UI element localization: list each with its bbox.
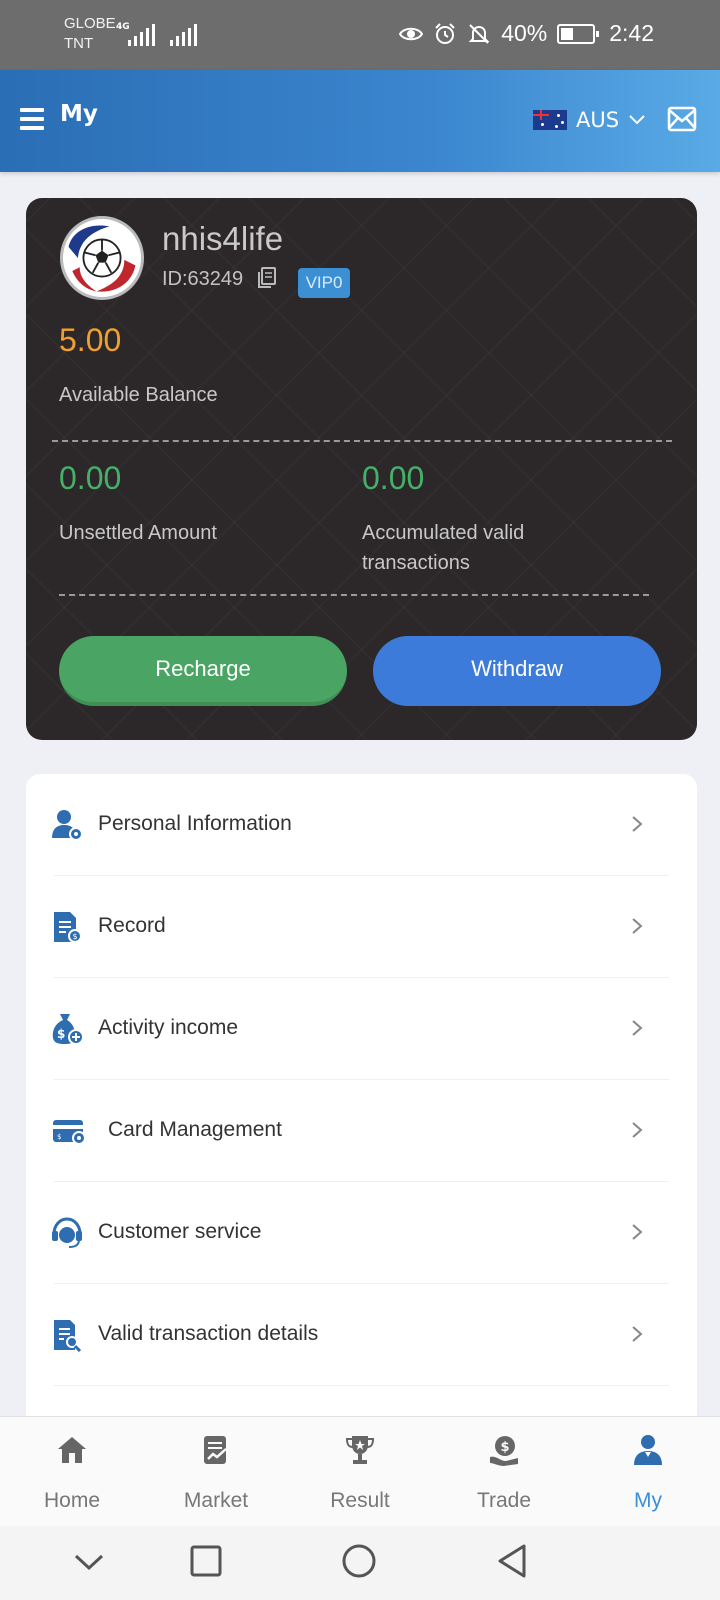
chevron-right-icon	[632, 1224, 643, 1240]
nav-label: Home	[43, 1489, 101, 1512]
carrier-info: GLOBE TNT	[64, 14, 116, 54]
nav-market[interactable]: Market	[144, 1417, 288, 1527]
svg-text:$: $	[501, 1440, 510, 1455]
nav-home[interactable]: Home	[0, 1417, 144, 1527]
back-triangle-icon[interactable]	[494, 1542, 530, 1580]
bottom-nav: Home Market Result $ Trade My	[0, 1416, 720, 1526]
vip-badge: VIP0	[298, 268, 350, 298]
recents-square-icon[interactable]	[189, 1544, 223, 1578]
menu-item-label: Card Management	[108, 1118, 282, 1141]
alarm-icon	[435, 22, 455, 44]
menu-item-label: Activity income	[98, 1016, 239, 1039]
user-id: ID:63249	[162, 268, 244, 290]
home-icon	[58, 1437, 86, 1463]
avatar[interactable]	[60, 216, 144, 300]
status-right: 40% 2:42	[399, 20, 654, 47]
username: nhis4life	[162, 220, 284, 257]
signal-icon	[128, 24, 155, 46]
menu-item-label: Valid transaction details	[98, 1322, 319, 1345]
carrier-2: TNT	[64, 35, 94, 52]
nav-label: Trade	[476, 1489, 532, 1512]
chevron-right-icon	[632, 918, 643, 934]
user-settings-icon	[52, 810, 83, 841]
document-search-icon	[54, 1320, 82, 1352]
chevron-right-icon	[632, 1122, 643, 1138]
battery-percent: 40%	[501, 20, 548, 46]
nav-my[interactable]: My	[576, 1417, 720, 1527]
accumulated-label: Accumulated valid transactions	[362, 522, 525, 574]
menu-item-customer-service[interactable]: Customer service	[26, 1182, 697, 1284]
svg-text:$: $	[57, 1133, 61, 1141]
chevron-right-icon	[632, 1326, 643, 1342]
bell-off-icon	[468, 23, 490, 44]
headset-icon	[52, 1217, 82, 1248]
menu-item-label: Customer service	[98, 1220, 262, 1243]
mail-icon[interactable]	[667, 106, 697, 132]
document-dollar-icon: $	[54, 912, 82, 943]
chevron-right-icon	[632, 816, 643, 832]
accumulated-value: 0.00	[362, 460, 425, 496]
menu-item-label: Personal Information	[98, 812, 292, 835]
eye-icon	[399, 27, 424, 40]
menu-item-activity-income[interactable]: $ Activity income	[26, 978, 697, 1080]
status-bar: GLOBE TNT 4G 40% 2:42	[0, 0, 720, 70]
app-bar: My AUS	[0, 70, 720, 172]
nav-label: Result	[330, 1489, 390, 1512]
home-circle-icon[interactable]	[340, 1542, 378, 1580]
page-title: My	[60, 101, 98, 127]
menu-item-card-management[interactable]: $ Card Management	[26, 1080, 697, 1182]
svg-text:$: $	[57, 1027, 65, 1041]
market-chart-icon	[204, 1436, 227, 1464]
trophy-icon	[345, 1436, 375, 1464]
unsettled-value: 0.00	[59, 460, 122, 496]
chevron-right-icon	[632, 1020, 643, 1036]
nav-trade[interactable]: $ Trade	[432, 1417, 576, 1527]
nav-result[interactable]: Result	[288, 1417, 432, 1527]
carrier-1: GLOBE	[64, 15, 116, 32]
australia-flag-icon	[533, 110, 567, 130]
withdraw-button[interactable]: Withdraw	[373, 636, 661, 706]
menu-item-label: Record	[98, 914, 166, 937]
copy-icon[interactable]	[256, 266, 278, 290]
balance-card: nhis4life ID:63249 VIP0 5.00 Available B…	[26, 198, 697, 740]
menu-item-personal-information[interactable]: Personal Information	[26, 774, 697, 876]
region-selector[interactable]: AUS	[533, 108, 646, 132]
chevron-down-icon	[629, 115, 645, 125]
battery-icon	[557, 23, 600, 44]
menu-icon[interactable]	[20, 108, 44, 130]
card-settings-icon: $	[53, 1120, 86, 1145]
menu-item-valid-transaction-details[interactable]: Valid transaction details	[26, 1284, 697, 1386]
money-bag-icon: $	[52, 1014, 84, 1045]
balance-label: Available Balance	[59, 384, 218, 406]
nav-label: My	[634, 1489, 662, 1512]
menu-list: Personal Information $ Record $ Activity…	[26, 774, 697, 1434]
unsettled-label: Unsettled Amount	[59, 522, 217, 544]
system-nav-bar	[0, 1526, 720, 1600]
menu-item-record[interactable]: $ Record	[26, 876, 697, 978]
recharge-button[interactable]: Recharge	[59, 636, 347, 706]
divider	[52, 440, 672, 442]
svg-text:$: $	[73, 932, 78, 941]
clock: 2:42	[609, 20, 654, 46]
nav-label: Market	[183, 1489, 249, 1512]
user-icon	[634, 1435, 662, 1465]
hide-keyboard-chevron-icon[interactable]	[72, 1550, 106, 1574]
divider	[59, 594, 649, 596]
signal-icon-2	[170, 24, 197, 46]
region-label: AUS	[576, 108, 620, 132]
balance-value: 5.00	[59, 322, 122, 358]
trade-dollar-icon: $	[490, 1436, 518, 1466]
